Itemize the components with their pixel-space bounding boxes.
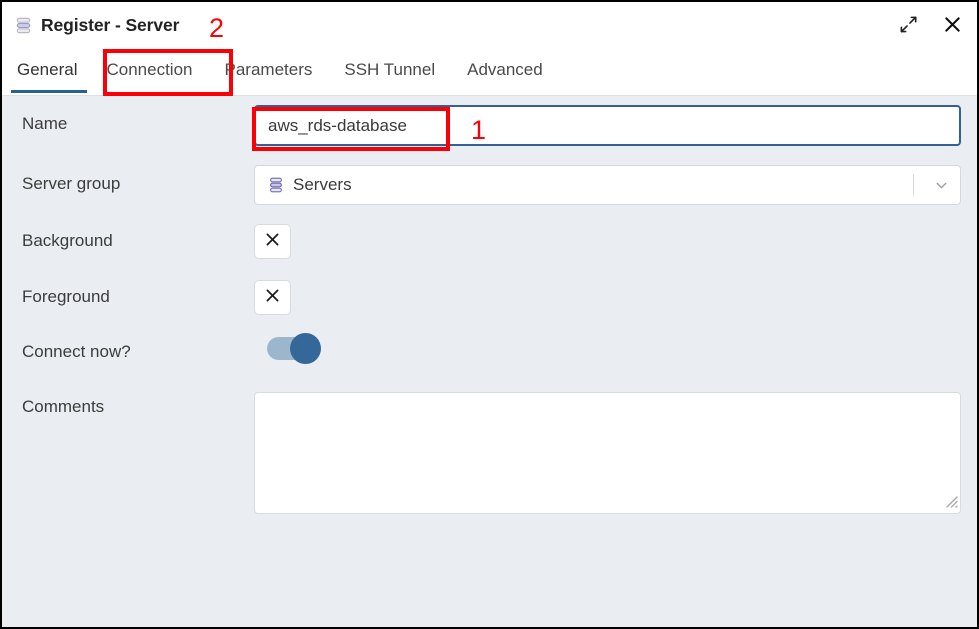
comments-textarea[interactable] [254,392,961,514]
connect-now-toggle[interactable] [267,337,319,360]
foreground-clear-button[interactable] [254,280,291,315]
connect-now-label: Connect now? [2,337,238,362]
toggle-knob [290,333,321,364]
tabbar: General Connection Parameters SSH Tunnel… [2,48,977,96]
titlebar-left: Register - Server [14,15,179,36]
close-icon [264,231,281,253]
tab-advanced[interactable]: Advanced [451,48,559,96]
tab-parameters[interactable]: Parameters [209,48,329,96]
background-label: Background [2,224,238,251]
comments-label: Comments [2,392,238,417]
background-clear-button[interactable] [254,224,291,259]
select-controls [913,166,960,204]
close-icon [264,287,281,309]
form-row-name: Name [2,105,977,134]
form-row-background: Background [2,224,977,251]
form-row-connect-now: Connect now? [2,337,977,362]
server-stack-icon [14,16,33,35]
form-row-server-group: Server group Servers [2,165,977,194]
name-label: Name [2,105,238,134]
dialog-title: Register - Server [41,15,179,36]
select-divider [913,174,914,196]
foreground-label: Foreground [2,280,238,307]
server-group-value: Servers [293,175,352,195]
register-server-dialog: Register - Server General Connection [0,0,979,629]
tab-connection[interactable]: Connection [90,48,208,96]
tab-general[interactable]: General [10,48,90,96]
general-tab-panel: Name Server group Servers [2,96,977,627]
name-input[interactable] [254,105,961,146]
chevron-down-icon[interactable] [926,177,956,194]
tab-list: General Connection Parameters SSH Tunnel… [2,48,977,96]
close-icon[interactable] [939,11,965,37]
form-row-foreground: Foreground [2,280,977,307]
server-stack-icon [267,176,285,194]
expand-icon[interactable] [895,11,921,37]
tab-ssh-tunnel[interactable]: SSH Tunnel [328,48,451,96]
titlebar-controls [895,11,965,37]
server-group-label: Server group [2,165,238,194]
form-row-comments: Comments [2,392,977,417]
server-group-select[interactable]: Servers [254,165,961,205]
dialog-titlebar: Register - Server [2,2,977,48]
server-group-value-wrap: Servers [267,175,352,195]
